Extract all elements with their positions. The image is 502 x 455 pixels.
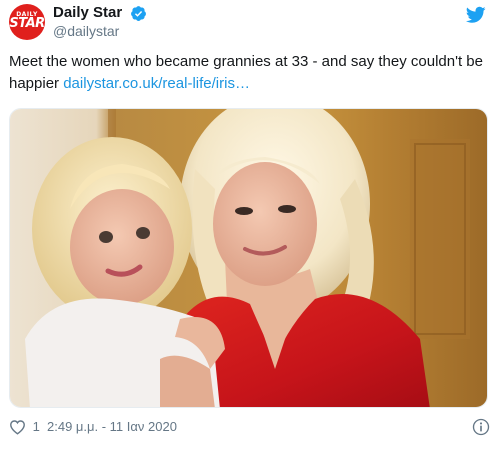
avatar-logo-main: STAR: [9, 16, 45, 31]
tweet-footer: 1 2:49 μ.μ. - 11 Ιαν 2020: [9, 417, 492, 439]
tweet-timestamp[interactable]: 2:49 μ.μ. - 11 Ιαν 2020: [47, 419, 177, 434]
account-handle[interactable]: @dailystar: [53, 22, 147, 40]
account-names: Daily Star @dailystar: [53, 4, 147, 40]
twitter-bird-icon[interactable]: [466, 6, 486, 24]
embedded-tweet: DAILY STAR Daily Star @dailystar Meet th…: [0, 0, 502, 455]
display-name[interactable]: Daily Star: [53, 4, 122, 22]
like-button[interactable]: 1: [9, 418, 40, 435]
tweet-link[interactable]: dailystar.co.uk/real-life/iris…: [63, 75, 250, 92]
tweet-header: DAILY STAR Daily Star @dailystar: [9, 4, 492, 48]
avatar[interactable]: DAILY STAR: [9, 4, 45, 40]
tweet-text: Meet the women who became grannies at 33…: [9, 51, 489, 95]
photo-image: [10, 109, 487, 407]
like-count: 1: [32, 419, 40, 435]
tweet-photo[interactable]: [9, 108, 488, 408]
info-icon[interactable]: [472, 418, 490, 436]
heart-icon: [10, 419, 25, 435]
verified-badge-icon: [130, 5, 146, 21]
